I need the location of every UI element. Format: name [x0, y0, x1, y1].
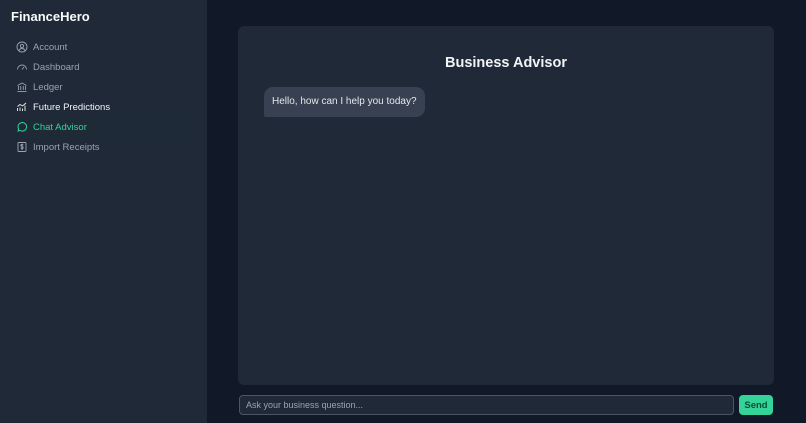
app-root: FinanceHero Account Dashboard Ledger Fut…	[0, 0, 806, 423]
chat-question-input[interactable]	[239, 395, 734, 415]
sidebar-item-label: Dashboard	[33, 61, 80, 73]
sidebar-item-label: Chat Advisor	[33, 121, 87, 133]
user-circle-icon	[16, 41, 28, 53]
sidebar-item-future-predictions[interactable]: Future Predictions	[0, 97, 207, 117]
sidebar-item-chat-advisor[interactable]: Chat Advisor	[2, 117, 203, 137]
gauge-icon	[16, 61, 28, 73]
receipt-dollar-icon	[16, 141, 28, 153]
main-content: Business Advisor Hello, how can I help y…	[207, 0, 806, 423]
brand-logo: FinanceHero	[11, 9, 90, 24]
sidebar: FinanceHero Account Dashboard Ledger Fut…	[0, 0, 207, 423]
sidebar-item-dashboard[interactable]: Dashboard	[0, 57, 207, 77]
advisor-message-bubble: Hello, how can I help you today?	[264, 87, 425, 117]
sidebar-item-account[interactable]: Account	[0, 37, 207, 57]
sidebar-item-import-receipts[interactable]: Import Receipts	[0, 137, 207, 157]
chart-up-icon	[16, 101, 28, 113]
send-button[interactable]: Send	[739, 395, 773, 415]
chat-input-row: Send	[239, 395, 774, 415]
sidebar-item-label: Future Predictions	[33, 101, 111, 113]
sidebar-item-ledger[interactable]: Ledger	[0, 77, 207, 97]
bank-icon	[16, 81, 28, 93]
sidebar-item-label: Import Receipts	[33, 141, 100, 153]
sidebar-item-label: Ledger	[33, 81, 63, 93]
sidebar-item-label: Account	[33, 41, 68, 53]
page-title: Business Advisor	[445, 55, 567, 71]
chat-panel: Business Advisor Hello, how can I help y…	[238, 26, 774, 385]
sidebar-nav: Account Dashboard Ledger Future Predicti…	[0, 37, 207, 157]
chat-bubble-icon	[16, 121, 28, 133]
